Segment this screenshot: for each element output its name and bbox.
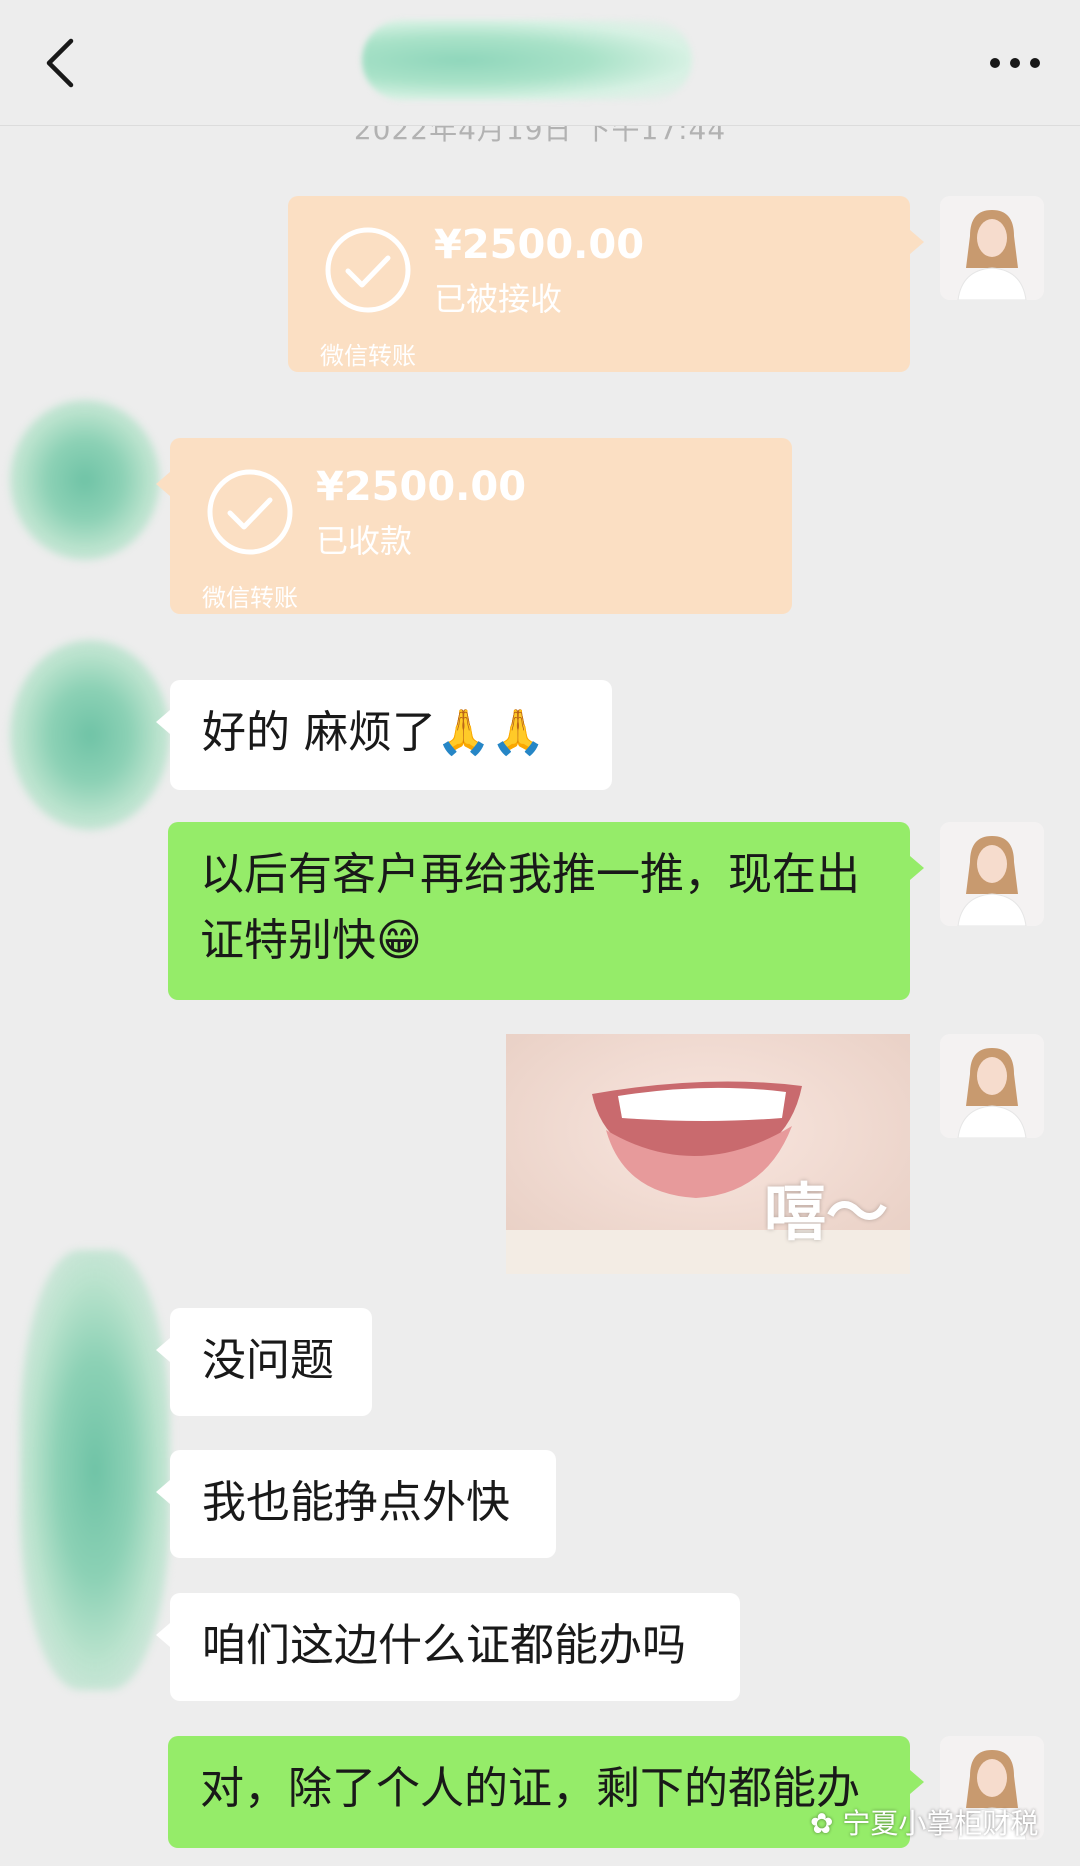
transfer-card-sent[interactable]: ¥2500.00 已被接收 微信转账 [288,196,924,372]
check-circle-icon [325,227,411,313]
wechat-logo-icon: ✿ [810,1807,834,1840]
message-bubble[interactable]: 好的 麻烦了🙏🙏 [156,680,612,790]
transfer-amount: ¥2500.00 [316,464,527,510]
avatar-portrait-icon [940,1034,1044,1138]
message-bubble[interactable]: 以后有客户再给我推一推，现在出证特别快😁 [168,822,924,1000]
transfer-status: 已收款 [316,522,413,560]
self-avatar[interactable] [940,196,1044,300]
transfer-amount: ¥2500.00 [434,222,645,268]
chevron-left-icon [46,38,74,88]
avatar-portrait-icon [940,196,1044,300]
message-bubble[interactable]: 我也能挣点外快 [156,1450,556,1558]
transfer-status: 已被接收 [434,280,563,318]
chat-header [0,0,1080,126]
message-bubble[interactable]: 没问题 [156,1308,372,1416]
self-avatar[interactable] [940,822,1044,926]
image-message[interactable]: 嘻～ [506,1034,910,1274]
more-button[interactable] [980,40,1050,86]
contact-avatar-redacted[interactable] [20,1250,170,1690]
transfer-source: 微信转账 [320,342,416,370]
contact-name-redacted [362,20,692,100]
message-bubble[interactable]: 咱们这边什么证都能办吗 [156,1593,740,1701]
image-caption: 嘻～ [764,1176,889,1249]
transfer-card-received[interactable]: ¥2500.00 已收款 微信转账 [156,438,792,614]
transfer-source: 微信转账 [202,584,298,612]
more-horizontal-icon [990,58,1040,68]
self-avatar[interactable] [940,1034,1044,1138]
check-circle-icon [207,469,293,555]
watermark: ✿ 宁夏小掌柜财税 [810,1802,1038,1842]
watermark-text: 宁夏小掌柜财税 [842,1807,1039,1840]
avatar-portrait-icon [940,822,1044,926]
message-bubble[interactable]: 对，除了个人的证，剩下的都能办 [168,1736,924,1848]
contact-avatar-redacted[interactable] [10,640,170,830]
back-button[interactable] [30,28,90,98]
contact-avatar-redacted[interactable] [10,400,160,560]
